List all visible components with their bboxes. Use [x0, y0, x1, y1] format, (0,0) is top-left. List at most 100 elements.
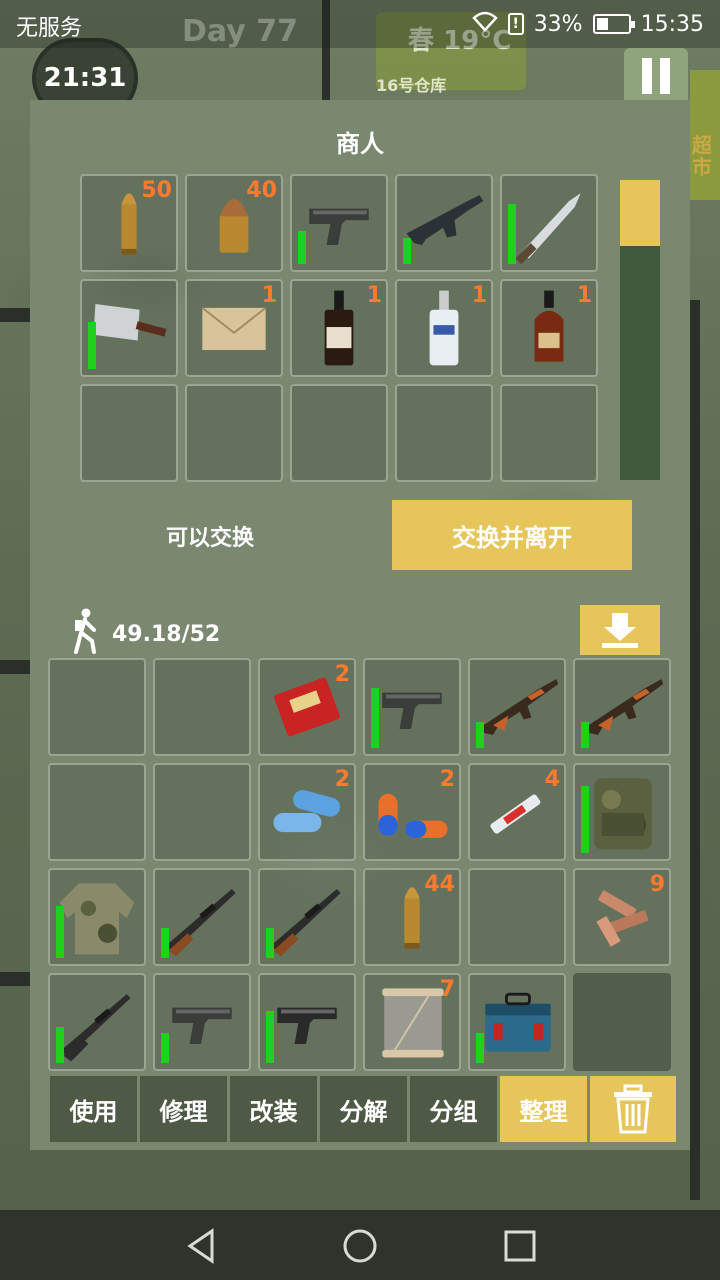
merchant-slot-cleaver[interactable] [80, 279, 178, 377]
item-quantity: 2 [334, 662, 350, 687]
durability-bar [371, 688, 379, 748]
merchant-slot-rifle-ammo[interactable]: 50 [80, 174, 178, 272]
inventory-slot-ak-rifle[interactable] [468, 658, 566, 756]
inventory-empty-slot[interactable] [468, 868, 566, 966]
merchant-empty-slot[interactable] [290, 384, 388, 482]
toolbox-icon [485, 992, 551, 1052]
inventory-slot-camo-backpack[interactable] [573, 763, 671, 861]
merchant-scrollbar[interactable] [620, 180, 660, 480]
durability-bar [161, 928, 169, 958]
trade-status: 可以交换 [166, 526, 255, 551]
inventory-slot-sniper-rifle[interactable] [48, 973, 146, 1071]
item-quantity: 2 [334, 767, 350, 792]
camo-jacket-icon [59, 883, 135, 955]
merchant-slot-pistol[interactable] [290, 174, 388, 272]
item-quantity: 1 [576, 283, 592, 308]
pistol-icon [309, 208, 369, 246]
inventory-empty-slot[interactable] [48, 763, 146, 861]
trash-icon [614, 1084, 652, 1134]
item-quantity: 1 [261, 283, 277, 308]
cleaver-icon [93, 304, 167, 341]
inventory-empty-slot[interactable] [153, 763, 251, 861]
world-fence [0, 660, 30, 674]
inventory-slot-camo-jacket[interactable] [48, 868, 146, 966]
carry-weight: 49.18/52 [70, 608, 220, 660]
home-icon[interactable] [340, 1226, 380, 1266]
inventory-slot-syringe[interactable]: 4 [468, 763, 566, 861]
merchant-trade-dialog: 商人 50 40 1 1 1 1 可以交换 交换并离开 49.18/52 2 2 2 4 44 9 7… [30, 100, 690, 1150]
group-button[interactable]: 分组 [410, 1076, 497, 1142]
supermarket-label: 超市 [692, 133, 712, 179]
inventory-slot-cigarettes[interactable]: 2 [258, 658, 356, 756]
durability-bar [56, 906, 64, 958]
pause-button[interactable] [624, 48, 688, 106]
trash-button[interactable] [590, 1076, 676, 1142]
durability-bar [403, 238, 411, 264]
inventory-slot-pills-blue[interactable]: 2 [258, 763, 356, 861]
back-icon[interactable] [182, 1226, 222, 1266]
modify-button[interactable]: 改装 [230, 1076, 317, 1142]
world-fence [0, 972, 30, 986]
hunting-rifle-icon [164, 889, 236, 957]
combat-knife-icon [515, 193, 581, 265]
merchant-empty-slot[interactable] [500, 384, 598, 482]
durability-bar [266, 1011, 274, 1063]
inventory-slot-scrap-wood[interactable]: 9 [573, 868, 671, 966]
scrollbar-thumb[interactable] [620, 180, 660, 246]
inventory-slot-pistol-black[interactable] [258, 973, 356, 1071]
inventory-slot-locked[interactable] [573, 973, 671, 1071]
disassemble-button[interactable]: 分解 [320, 1076, 407, 1142]
use-button[interactable]: 使用 [50, 1076, 137, 1142]
ak-rifle-icon [582, 679, 664, 735]
supermarket-sign[interactable]: 超市 [690, 70, 720, 200]
merchant-empty-slot[interactable] [395, 384, 493, 482]
item-quantity: 50 [141, 178, 172, 203]
inventory-empty-slot[interactable] [153, 658, 251, 756]
wifi-icon [471, 10, 498, 38]
camo-backpack-icon [594, 778, 652, 850]
durability-bar [476, 722, 484, 748]
inventory-slot-rifle-ammo[interactable]: 44 [363, 868, 461, 966]
durability-bar [476, 1033, 484, 1063]
inventory-slot-pistol[interactable] [153, 973, 251, 1071]
merchant-slot-cognac[interactable]: 1 [500, 279, 598, 377]
item-quantity: 7 [439, 977, 455, 1002]
merchant-slot-whiskey[interactable]: 1 [290, 279, 388, 377]
inventory-slot-hunting-rifle[interactable] [153, 868, 251, 966]
durability-bar [298, 231, 306, 264]
durability-bar [161, 1033, 169, 1063]
merchant-slot-envelope[interactable]: 1 [185, 279, 283, 377]
repair-button[interactable]: 修理 [140, 1076, 227, 1142]
take-all-button[interactable] [580, 605, 660, 655]
inventory-slot-pistol[interactable] [363, 658, 461, 756]
world-fence [0, 308, 30, 322]
item-quantity: 9 [649, 872, 665, 897]
trade-and-leave-button[interactable]: 交换并离开 [392, 500, 632, 570]
merchant-slot-pistol-ammo[interactable]: 40 [185, 174, 283, 272]
merchant-slot-vodka[interactable]: 1 [395, 279, 493, 377]
world-wall [690, 300, 700, 1200]
inventory-slot-thread-spool[interactable]: 7 [363, 973, 461, 1071]
durability-bar [56, 1027, 64, 1063]
sniper-rifle-icon [59, 994, 131, 1062]
pistol-icon [382, 692, 442, 730]
durability-bar [266, 928, 274, 958]
battery-icon [592, 14, 635, 34]
merchant-empty-slot[interactable] [185, 384, 283, 482]
download-icon [602, 613, 638, 648]
merchant-empty-slot[interactable] [80, 384, 178, 482]
inventory-empty-slot[interactable] [48, 658, 146, 756]
merchant-slot-assault-rifle[interactable] [395, 174, 493, 272]
hunting-rifle-icon [269, 889, 341, 957]
durability-bar [581, 722, 589, 748]
inventory-slot-ak-rifle[interactable] [573, 658, 671, 756]
sort-button[interactable]: 整理 [500, 1076, 587, 1142]
inventory-slot-hunting-rifle[interactable] [258, 868, 356, 966]
inventory-slot-toolbox[interactable] [468, 973, 566, 1071]
inventory-slot-pills-orange[interactable]: 2 [363, 763, 461, 861]
recents-icon[interactable] [500, 1226, 540, 1266]
item-quantity: 1 [471, 283, 487, 308]
carrier-label: 无服务 [16, 16, 83, 41]
status-bar: 无服务 ! 33% 15:35 [0, 0, 720, 48]
merchant-slot-combat-knife[interactable] [500, 174, 598, 272]
